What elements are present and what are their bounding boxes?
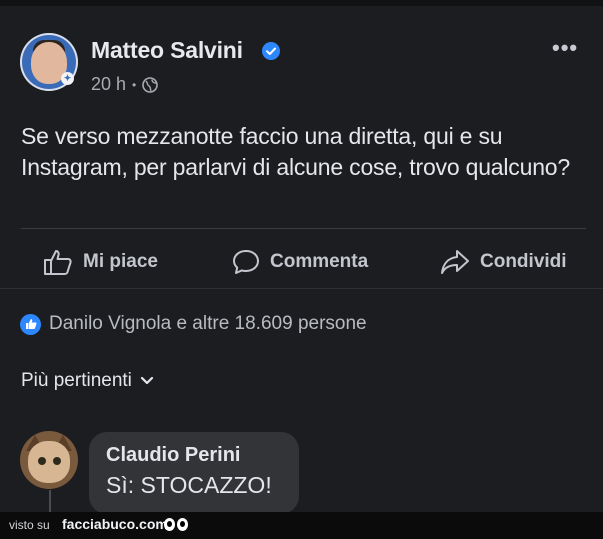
comment-sort-dropdown[interactable]: Più pertinenti [21,370,154,392]
more-options-button[interactable]: ••• [552,35,578,61]
visto-su-label: visto su [9,518,50,532]
divider [21,228,586,229]
author-name[interactable]: Matteo Salvini [91,37,243,64]
post-meta: 20 h • [91,74,159,95]
badge-icon: ✦ [61,72,74,85]
like-button[interactable]: Mi piace [43,249,158,275]
thread-line [49,490,51,512]
thumbs-up-icon [44,250,72,275]
comment-text: Sì: STOCAZZO! [106,472,272,498]
site-name[interactable]: facciabuco.com [62,516,168,532]
author-avatar[interactable]: ✦ [20,33,78,91]
comment-icon [233,250,259,274]
reactions-summary[interactable]: Danilo Vignola e altre 18.609 persone [20,313,367,335]
post-time[interactable]: 20 h [91,74,126,95]
share-icon [441,250,469,274]
share-label: Condividi [480,251,567,272]
sort-label: Più pertinenti [21,370,132,391]
like-label: Mi piace [83,251,158,272]
facebook-post: ✦ Matteo Salvini 20 h • ••• Se verso mez… [0,0,603,512]
chevron-down-icon [140,376,154,385]
like-reaction-icon [20,313,41,335]
watermark-footer: visto su facciabuco.com [0,512,603,539]
post-text: Se verso mezzanotte faccio una diretta, … [21,123,570,180]
reactions-text: Danilo Vignola e altre 18.609 persone [49,313,367,334]
commenter-avatar[interactable] [20,431,78,489]
eyes-icon [164,518,188,531]
globe-icon [142,76,159,93]
meta-separator: • [132,77,137,92]
share-button[interactable]: Condividi [440,249,567,275]
comment-label: Commenta [270,251,369,272]
commenter-name[interactable]: Claudio Perini [106,444,240,467]
divider [0,288,603,289]
verified-icon [262,42,280,60]
comment-button[interactable]: Commenta [232,249,368,275]
